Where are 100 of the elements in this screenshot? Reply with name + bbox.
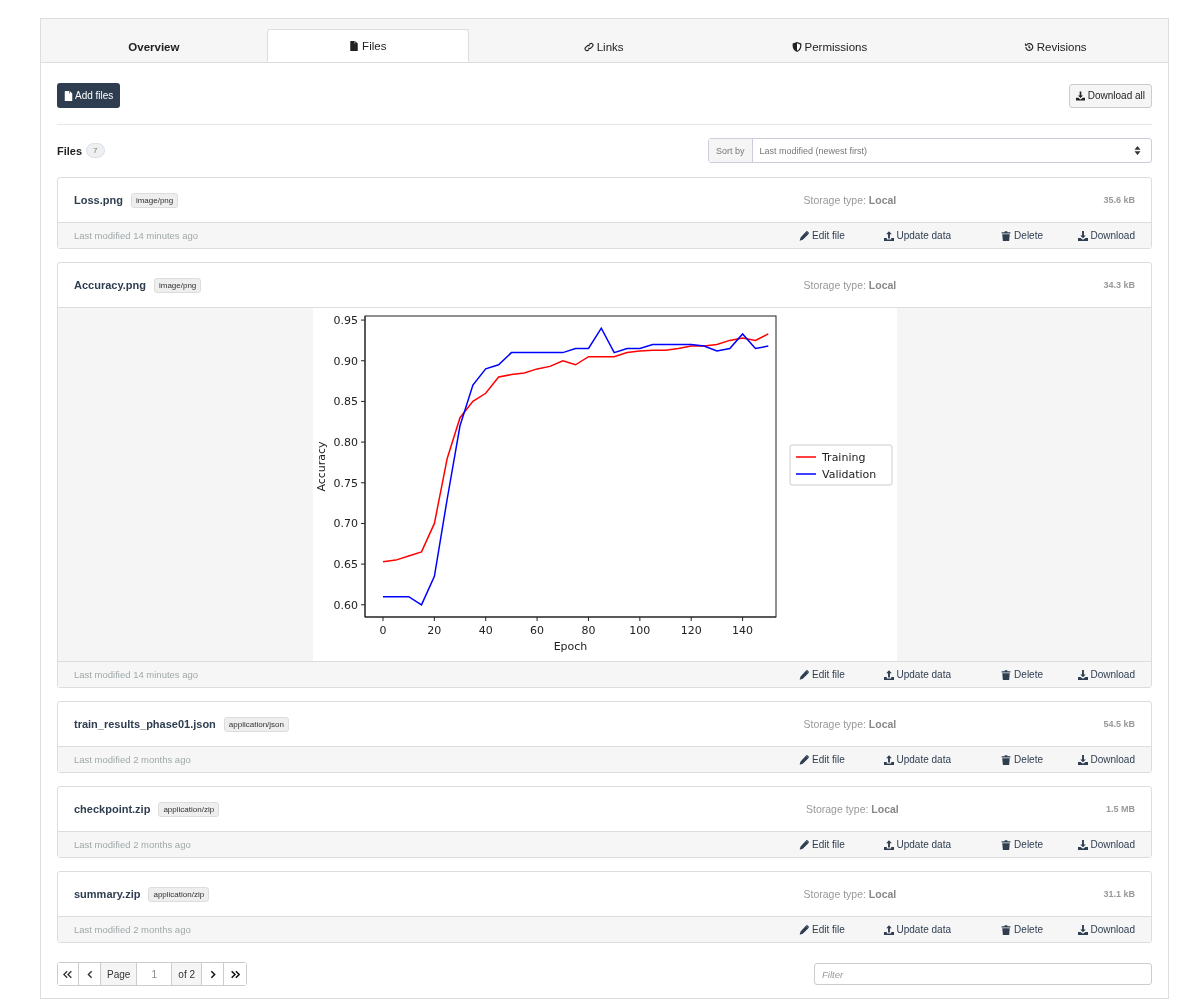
tab[interactable]: Overview [41,29,267,63]
x-tick-label: 40 [478,624,493,637]
file-action-link[interactable]: Update data [859,754,951,765]
upload-icon [883,669,894,680]
pencil-icon [799,754,809,765]
file-action-link[interactable]: Download [1043,839,1135,850]
y-tick-label: 0.65 [333,558,358,572]
pencil-icon [799,230,809,241]
x-tick-label: 0 [379,624,386,637]
file-name[interactable]: Loss.png [74,194,123,206]
file-action-link[interactable]: Download [1043,669,1135,680]
download-icon [1077,924,1088,935]
chevron-left-icon [84,969,95,979]
file-action-link[interactable]: Edit file [799,839,859,850]
file-size: 34.3 kB [1103,280,1135,290]
last-modified: Last modified 2 months ago [74,924,191,935]
file-size: 31.1 kB [1103,889,1135,899]
file-action-link[interactable]: Delete [951,230,1043,241]
upload-icon [883,839,894,850]
tab[interactable]: Revisions [942,29,1168,63]
y-tick-label: 0.70 [333,517,358,531]
last-modified: Last modified 14 minutes ago [74,669,199,680]
y-tick-label: 0.60 [333,598,358,612]
file-name[interactable]: summary.zip [74,888,141,900]
download-icon [1075,90,1085,101]
tab[interactable]: Links [490,29,717,63]
file-action-link[interactable]: Edit file [799,754,859,765]
upload-icon [883,230,894,241]
x-tick-label: 20 [426,624,441,637]
trash-icon [1001,839,1012,850]
y-axis-label: Accuracy [314,441,328,492]
file-action-link[interactable]: Download [1043,754,1135,765]
last-modified: Last modified 2 months ago [74,839,191,850]
download-icon [1077,669,1088,680]
storage-type: Storage type: Local [803,279,898,291]
files-heading: Files [57,144,83,157]
file-size: 54.5 kB [1103,719,1135,729]
first-page-button[interactable] [58,963,79,985]
file-action-link[interactable]: Update data [859,230,951,241]
tab[interactable]: Files [266,29,469,62]
file-action-link[interactable]: Delete [951,669,1043,680]
file-action-link[interactable]: Download [1043,230,1135,241]
legend-label: Training [821,451,865,464]
file-type-tag: application/zip [148,886,210,902]
upload-icon [883,924,894,935]
file-action-link[interactable]: Edit file [799,924,859,935]
download-all-button[interactable]: Download all [1068,83,1152,108]
file-icon [349,41,360,51]
file-action-link[interactable]: Delete [951,754,1043,765]
file-action-link[interactable]: Delete [951,924,1043,935]
file-size: 35.6 kB [1103,195,1135,205]
upload-icon [883,754,894,765]
page-label: Page [101,963,138,985]
last-modified: Last modified 2 months ago [74,754,191,765]
storage-type: Storage type: Local [803,718,898,730]
file-name[interactable]: Accuracy.png [74,279,146,291]
file-action-link[interactable]: Update data [859,839,951,850]
file-size: 1.5 MB [1106,804,1135,814]
x-tick-label: 120 [680,624,702,637]
download-icon [1077,230,1088,241]
storage-type: Storage type: Local [803,194,898,206]
file-type-tag: image/png [130,192,179,208]
trash-icon [1001,924,1012,935]
file-name[interactable]: train_results_phase01.json [74,718,216,730]
sort-select[interactable]: Sort by Last modified (newest first) [708,138,1152,163]
file-action-link[interactable]: Update data [859,669,951,680]
storage-type: Storage type: Local [803,888,898,900]
last-modified: Last modified 14 minutes ago [74,230,199,241]
filter-field[interactable]: Filter [814,963,1152,985]
y-tick-label: 0.85 [333,395,358,409]
storage-type: Storage type: Local [806,803,900,815]
double-chevron-right-icon [230,969,241,979]
pencil-icon [799,669,809,680]
sort-arrows-icon [1134,146,1141,155]
add-files-button[interactable]: Add files [57,83,121,108]
y-tick-label: 0.95 [333,314,358,328]
trash-icon [1001,669,1012,680]
file-action-link[interactable]: Update data [859,924,951,935]
download-icon [1077,839,1088,850]
file-type-tag: application/json [223,716,289,732]
file-action-link[interactable]: Edit file [799,230,859,241]
file-name[interactable]: checkpoint.zip [74,803,151,815]
x-tick-label: 60 [529,624,544,637]
x-tick-label: 100 [628,624,650,637]
x-tick-label: 80 [581,624,595,637]
file-type-tag: image/png [153,277,202,293]
trash-icon [1001,754,1012,765]
history-icon [1023,41,1034,52]
legend-label: Validation [821,468,876,481]
file-action-link[interactable]: Delete [951,839,1043,850]
trash-icon [1001,230,1012,241]
file-icon [64,90,73,101]
tab[interactable]: Permissions [716,29,943,63]
pencil-icon [799,924,809,935]
y-tick-label: 0.90 [333,354,358,368]
file-action-link[interactable]: Edit file [799,669,859,680]
y-tick-label: 0.80 [333,436,358,450]
file-count: 7 [86,143,105,158]
file-action-link[interactable]: Download [1043,924,1135,935]
download-icon [1077,754,1088,765]
